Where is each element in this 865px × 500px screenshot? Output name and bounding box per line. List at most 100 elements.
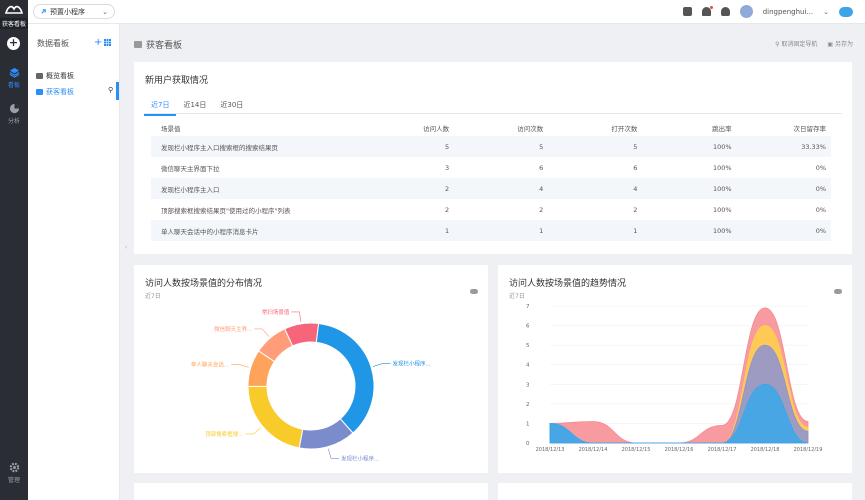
cell: 4 — [548, 178, 643, 199]
label-leader-line — [372, 363, 391, 367]
donut-slice[interactable] — [298, 418, 354, 450]
slice-label: 发现栏小程序... — [393, 360, 431, 368]
document-icon[interactable] — [682, 7, 692, 16]
gear-icon — [9, 462, 19, 473]
add-button[interactable]: + — [7, 37, 20, 50]
cell: 0% — [736, 220, 831, 241]
cell: 5 — [548, 136, 643, 157]
bell-icon[interactable] — [701, 6, 713, 16]
pin-icon[interactable]: ⚲ — [108, 86, 113, 94]
cell: 5 — [388, 136, 455, 157]
table-row: 微信聊天主界面下拉 3 6 6 100% 0% — [151, 157, 831, 178]
sidebar-title: 数据看板 — [37, 39, 69, 48]
y-tick-label: 0 — [526, 441, 530, 447]
dashboard-icon — [134, 41, 142, 48]
trend-visits-card — [498, 483, 852, 500]
grid-icon[interactable] — [104, 39, 111, 46]
sidebar-item-label: 概览看板 — [46, 72, 74, 80]
unpin-nav-button[interactable]: ⚲ 取消固定导航 — [775, 39, 817, 48]
card-title: 新用户获取情况 — [145, 76, 209, 86]
page-title-label: 获客看板 — [146, 41, 183, 51]
nav-manage[interactable]: 管理 — [0, 462, 28, 484]
cell: 6 — [539, 163, 544, 172]
col-bounce[interactable]: 跳出率 — [642, 119, 736, 136]
cell: 顶部搜索框搜索结果页"使用过的小程序"列表 — [161, 206, 291, 215]
x-tick-label: 2018/12/18 — [751, 447, 780, 453]
unpin-nav-label: 取消固定导航 — [781, 41, 818, 48]
table-header: 场景值 访问人数 访问次数 打开次数 跳出率 次日留存率 — [151, 119, 831, 136]
table-row: 发现栏小程序主入口搜索框的搜索结果页 5 5 5 100% 33.33% — [151, 136, 831, 157]
trend-card: 访问人数按场景值的趋势情况 近7日 0 1 2 3 4 5 6 7 2018/12/13 2018… — [498, 265, 852, 473]
table-row: 发现栏小程序主入口 2 4 4 100% 0% — [151, 178, 831, 199]
cell: 发现栏小程序主入口搜索框的搜索结果页 — [151, 136, 389, 157]
nav-dashboard[interactable]: 看板 — [0, 67, 28, 89]
chevron-down-icon[interactable]: ⌄ — [823, 8, 829, 16]
y-tick-label: 2 — [526, 402, 530, 408]
x-tick-label: 2018/12/17 — [708, 447, 737, 453]
nav-dashboard-label: 看板 — [7, 82, 20, 89]
table-row: 单人聊天会话中的小程序消息卡片 1 1 1 100% 0% — [151, 220, 831, 241]
cell: 100% — [713, 163, 732, 172]
label-leader-line — [231, 364, 249, 368]
col-visitors[interactable]: 访问人数 — [389, 119, 454, 136]
label-leader-line — [245, 427, 262, 435]
app-selector-label: 预置小程序 — [50, 7, 85, 16]
cell: 1 — [548, 220, 643, 241]
col-opens[interactable]: 打开次数 — [548, 119, 642, 136]
nav-manage-label: 管理 — [7, 477, 20, 484]
add-dashboard-button[interactable]: + — [94, 37, 102, 48]
app-selector[interactable]: 预置小程序 ⌄ — [33, 4, 115, 19]
x-tick-label: 2018/12/19 — [794, 447, 823, 453]
donut-slice[interactable] — [247, 385, 304, 449]
top-header: 预置小程序 ⌄ dingpenghui... ⌄ — [28, 0, 865, 24]
user-settings-icon[interactable] — [720, 7, 730, 16]
col-retention[interactable]: 次日留存率 — [737, 119, 831, 136]
chevron-down-icon: ⌄ — [102, 8, 108, 16]
tabs-divider — [144, 113, 842, 114]
username[interactable]: dingpenghui... — [763, 8, 813, 16]
save-as-button[interactable]: ▣ 另存为 — [827, 39, 853, 48]
cell: 微信聊天主界面下拉 — [161, 164, 220, 173]
scene-table: 场景值 访问人数 访问次数 打开次数 跳出率 次日留存率 发现栏小程序主入口搜索… — [151, 119, 831, 241]
distribution-visits-card — [134, 483, 488, 500]
slice-label: 微信聊天主界... — [214, 325, 252, 333]
cell: 0% — [736, 178, 831, 199]
dashboard-icon — [36, 89, 43, 95]
donut-chart: 发现栏小程序... 发现栏小程序... 顶部搜索框搜... 单人聊天会话... 微信聊天… — [191, 308, 431, 462]
new-users-card: 新用户获取情况 近7日 近14日 近30日 场景值 访问人数 访问次数 打开次数… — [134, 62, 852, 254]
cell: 4 — [454, 178, 549, 199]
slice-label: 发现栏小程序... — [341, 454, 379, 462]
x-tick-label: 2018/12/16 — [665, 447, 694, 453]
cell: 3 — [444, 163, 450, 172]
distribution-card: 访问人数按场景值的分布情况 近7日 发现栏小程序... 发现栏小程序... 顶部搜索… — [134, 265, 488, 473]
cell: 2 — [388, 178, 455, 199]
col-visits[interactable]: 访问次数 — [454, 119, 548, 136]
y-tick-label: 6 — [526, 324, 530, 330]
app-logo-icon[interactable] — [4, 3, 24, 17]
cell: 100% — [642, 136, 737, 157]
collapse-handle-icon[interactable]: ‹ — [125, 244, 127, 251]
avatar[interactable] — [739, 5, 753, 18]
label-leader-line — [291, 311, 302, 322]
cell: 100% — [642, 220, 737, 241]
dashboard-icon — [36, 73, 43, 79]
nav-analysis[interactable]: 分析 — [0, 103, 28, 125]
pie-icon — [9, 103, 19, 114]
donut-slice[interactable] — [315, 322, 375, 434]
logo-tooltip: 获客看板 — [0, 18, 29, 29]
cell: 发现栏小程序主入口 — [151, 178, 389, 199]
sidebar-item-overview[interactable]: 概览看板 — [36, 71, 74, 81]
link-icon — [41, 9, 46, 14]
x-tick-label: 2018/12/14 — [579, 447, 608, 453]
col-scene[interactable]: 场景值 — [151, 119, 389, 136]
slice-label: 顶部搜索框搜... — [205, 430, 243, 438]
sidebar-item-acquisition[interactable]: 获客看板 — [36, 87, 74, 97]
cell: 2 — [633, 205, 638, 214]
table-row: 顶部搜索框搜索结果页"使用过的小程序"列表 2 2 2 100% 0% — [151, 199, 831, 220]
area-chart: 0 1 2 3 4 5 6 7 2018/12/13 2018/12/14 2018/12/15 20… — [526, 304, 823, 453]
y-tick-label: 3 — [526, 382, 530, 388]
x-tick-label: 2018/12/15 — [622, 447, 651, 453]
app-rail: 获客看板 + 看板 分析 管理 — [0, 0, 29, 500]
cloud-icon[interactable] — [839, 6, 853, 17]
cell: 1 — [388, 220, 455, 241]
